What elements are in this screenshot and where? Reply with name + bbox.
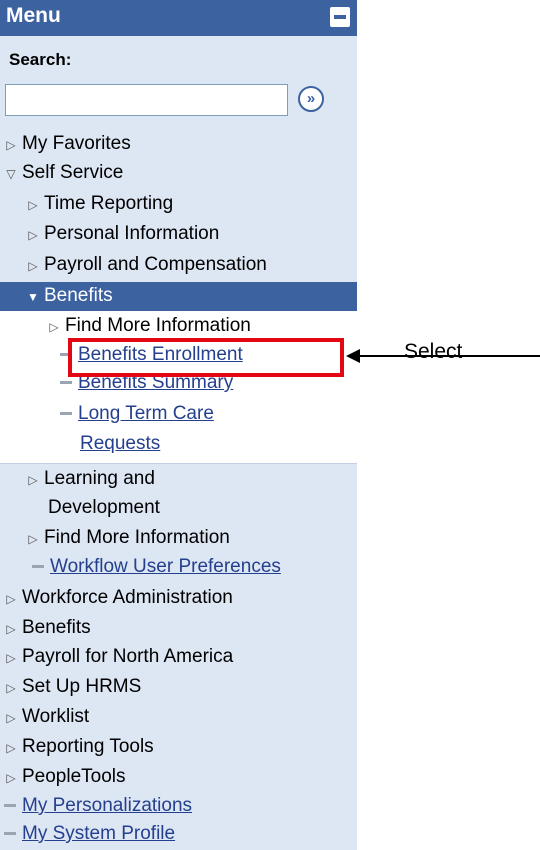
nav-reporting-tools[interactable]: ▷ Reporting Tools <box>4 733 153 761</box>
triangle-right-icon: ▷ <box>28 228 38 242</box>
triangle-right-icon: ▷ <box>6 771 16 785</box>
nav-peopletools[interactable]: ▷ PeopleTools <box>4 763 125 791</box>
nav-workflow-user-preferences[interactable]: Workflow User Preferences <box>30 553 281 581</box>
nav-set-up-hrms[interactable]: ▷ Set Up HRMS <box>4 673 141 701</box>
search-input[interactable] <box>5 84 288 116</box>
callout-label: Select <box>404 340 463 363</box>
nav-my-system-profile[interactable]: My System Profile <box>2 820 175 848</box>
nav-personal-information[interactable]: ▷ Personal Information <box>26 220 219 248</box>
triangle-right-icon: ▷ <box>6 651 16 665</box>
menu-header: Menu <box>0 0 357 36</box>
search-label: Search: <box>9 50 72 69</box>
nav-benefits-root[interactable]: ▷ Benefits <box>4 614 90 642</box>
nav-workforce-administration[interactable]: ▷ Workforce Administration <box>4 584 232 612</box>
nav-payroll-for-north-america[interactable]: ▷ Payroll for North America <box>4 643 233 671</box>
triangle-right-icon: ▷ <box>6 681 16 695</box>
nav-my-favorites[interactable]: ▷ My Favorites <box>4 130 130 158</box>
highlight-box <box>68 338 344 377</box>
menu-panel: Menu Search: » ▷ My Favorites ▽ Self Servi… <box>0 0 357 850</box>
nav-time-reporting[interactable]: ▷ Time Reporting <box>26 190 173 218</box>
triangle-right-icon: ▷ <box>6 711 16 725</box>
nav-find-more-information[interactable]: ▷ Find More Information <box>47 312 250 340</box>
triangle-right-icon: ▷ <box>28 198 38 212</box>
dash-icon <box>4 832 16 836</box>
dash-icon <box>60 412 72 416</box>
menu-title: Menu <box>6 4 61 27</box>
collapse-icon[interactable] <box>330 7 350 27</box>
nav-payroll-and-compensation[interactable]: ▷ Payroll and Compensation <box>26 251 266 279</box>
triangle-down-icon: ▽ <box>6 167 16 181</box>
nav-long-term-care-requests[interactable]: Long Term Care <box>58 400 214 428</box>
triangle-right-icon: ▷ <box>28 259 38 273</box>
triangle-right-icon: ▷ <box>49 320 59 334</box>
nav-my-personalizations[interactable]: My Personalizations <box>2 792 192 820</box>
nav-learning-and-development-line2[interactable]: Development <box>48 494 160 522</box>
nav-self-service[interactable]: ▽ Self Service <box>4 159 123 187</box>
dash-icon <box>4 804 16 808</box>
nav-find-more-information-2[interactable]: ▷ Find More Information <box>26 524 229 552</box>
triangle-right-icon: ▷ <box>28 532 38 546</box>
nav-long-term-care-requests-line2[interactable]: Requests <box>80 430 160 458</box>
nav-learning-and-development[interactable]: ▷ Learning and <box>26 465 155 493</box>
nav-worklist[interactable]: ▷ Worklist <box>4 703 89 731</box>
caret-down-icon: ▼ <box>27 290 39 304</box>
triangle-right-icon: ▷ <box>6 622 16 636</box>
dash-icon <box>32 565 44 569</box>
dash-icon <box>60 381 72 385</box>
nav-benefits[interactable]: ▼ Benefits <box>26 282 113 310</box>
search-go-icon[interactable]: » <box>298 86 324 112</box>
triangle-right-icon: ▷ <box>28 473 38 487</box>
triangle-right-icon: ▷ <box>6 138 16 152</box>
triangle-right-icon: ▷ <box>6 592 16 606</box>
triangle-right-icon: ▷ <box>6 741 16 755</box>
